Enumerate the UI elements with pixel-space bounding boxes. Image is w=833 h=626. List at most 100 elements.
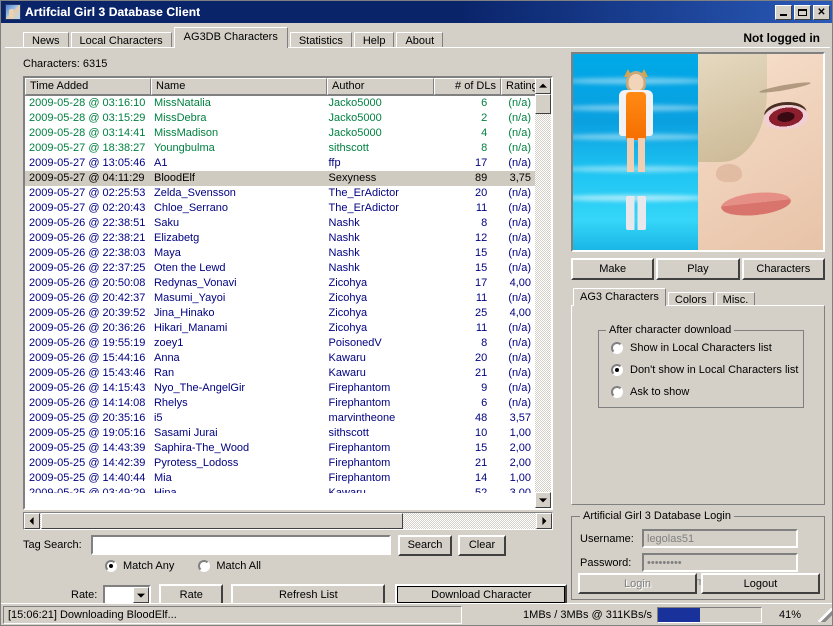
table-row[interactable]: 2009-05-27 @ 18:38:27 Youngbulma sithscott… (25, 141, 537, 156)
cell-name: Nyo_The-AngelGir (153, 382, 246, 394)
table-row[interactable]: 2009-05-26 @ 20:42:37 Masumi_Yayoi Zicohya… (25, 291, 537, 306)
play-button[interactable]: Play (656, 258, 740, 280)
table-row[interactable]: 2009-05-27 @ 04:11:29 BloodElf Sexyness 89 3… (25, 171, 537, 186)
download-progress-fill (658, 607, 701, 622)
vertical-scroll-thumb[interactable] (535, 94, 551, 114)
table-row[interactable]: 2009-05-26 @ 20:36:26 Hikari_Manami Zicohy… (25, 321, 537, 336)
cell-downloads: 15 (475, 442, 488, 454)
cell-time-added: 2009-05-26 @ 22:38:51 (29, 217, 146, 229)
table-row[interactable]: 2009-05-28 @ 03:16:10 MissNatalia Jacko500… (25, 96, 537, 111)
after-download-group: After character download Show in Local C… (598, 324, 804, 408)
column-header-downloads[interactable]: # of DLs (434, 78, 501, 95)
preview-face-closeup (698, 54, 823, 250)
cell-author: Zicohya (328, 322, 368, 334)
table-row[interactable]: 2009-05-28 @ 03:15:29 MissDebra Jacko5000 2… (25, 111, 537, 126)
column-header-name[interactable]: Name (151, 78, 327, 95)
close-button[interactable]: ✕ (813, 4, 830, 20)
rate-button[interactable]: Rate (159, 584, 224, 605)
table-row[interactable]: 2009-05-27 @ 13:05:46 A1 ffp 17 (n/a) (25, 156, 537, 171)
match-mode-group: Match Any Match All (105, 560, 279, 572)
cell-author: Sexyness (328, 172, 377, 184)
table-row[interactable]: 2009-05-26 @ 22:38:21 Elizabetg Nashk 12 (n/… (25, 231, 537, 246)
match-all-label[interactable]: Match All (216, 560, 261, 572)
table-row[interactable]: 2009-05-25 @ 19:05:16 Sasami Jurai sithsco… (25, 426, 537, 441)
refresh-list-button[interactable]: Refresh List (231, 584, 386, 605)
logout-button[interactable]: Logout (701, 573, 820, 594)
search-button[interactable]: Search (398, 534, 452, 556)
list-vertical-scrollbar[interactable] (535, 78, 551, 508)
table-row[interactable]: 2009-05-26 @ 14:15:43 Nyo_The-AngelGir Fir… (25, 381, 537, 396)
column-header-author[interactable]: Author (327, 78, 434, 95)
scroll-left-button[interactable] (24, 513, 40, 529)
username-field[interactable] (642, 529, 798, 548)
table-row[interactable]: 2009-05-26 @ 22:37:25 Oten the Lewd Nashk 1… (25, 261, 537, 276)
list-horizontal-scrollbar[interactable] (23, 512, 553, 530)
character-list[interactable]: Time Added Name Author # of DLs Rating 2… (23, 76, 553, 510)
scroll-right-button[interactable] (536, 513, 552, 529)
cell-rating: (n/a) (508, 352, 531, 364)
table-row[interactable]: 2009-05-26 @ 20:50:08 Redynas_Vonavi Zicoh… (25, 276, 537, 291)
option-ask-to-show[interactable]: Ask to show (611, 386, 689, 398)
cell-rating: (n/a) (508, 202, 531, 214)
table-row[interactable]: 2009-05-26 @ 15:44:16 Anna Kawaru 20 (n/a) (25, 351, 537, 366)
maximize-button[interactable] (794, 4, 811, 20)
cell-name: Pyrotess_Lodoss (153, 457, 239, 469)
table-row[interactable]: 2009-05-25 @ 20:35:16 i5 marvintheone 48 3,5… (25, 411, 537, 426)
horizontal-scroll-thumb[interactable] (41, 513, 403, 529)
character-preview-image (571, 52, 825, 252)
table-row[interactable]: 2009-05-26 @ 22:38:51 Saku Nashk 8 (n/a) (25, 216, 537, 231)
cell-rating: (n/a) (508, 292, 531, 304)
rate-dropdown[interactable] (103, 584, 152, 605)
cell-author: Jacko5000 (328, 97, 382, 109)
cell-downloads: 9 (481, 382, 488, 394)
password-row: Password: (580, 553, 798, 572)
radio-ask-to-show[interactable] (611, 386, 623, 398)
scroll-up-button[interactable] (535, 78, 551, 94)
table-row[interactable]: 2009-05-26 @ 14:14:08 Rhelys Firephantom 6 (… (25, 396, 537, 411)
cell-downloads: 8 (481, 142, 488, 154)
username-row: Username: (580, 529, 798, 548)
radio-dont-show-in-local[interactable] (611, 364, 623, 376)
column-header-time-added[interactable]: Time Added (25, 78, 151, 95)
option-dont-show-in-local[interactable]: Don't show in Local Characters list (611, 364, 798, 376)
table-row[interactable]: 2009-05-26 @ 15:43:46 Ran Kawaru 21 (n/a) (25, 366, 537, 381)
cell-name: A1 (153, 157, 168, 169)
radio-show-in-local[interactable] (611, 342, 623, 354)
cell-time-added: 2009-05-25 @ 14:42:39 (29, 457, 146, 469)
make-button[interactable]: Make (571, 258, 655, 280)
cell-rating: (n/a) (508, 262, 531, 274)
table-row[interactable]: 2009-05-26 @ 22:38:03 Maya Nashk 15 (n/a) (25, 246, 537, 261)
table-row[interactable]: 2009-05-25 @ 03:49:29 Hina Kawaru 52 3,00 (25, 486, 537, 493)
clear-button[interactable]: Clear (458, 534, 506, 556)
download-character-button[interactable]: Download Character (395, 584, 568, 605)
login-button[interactable]: Login (578, 573, 697, 594)
table-row[interactable]: 2009-05-25 @ 14:40:44 Mia Firephantom 14 1,0… (25, 471, 537, 486)
tab-ag3db-characters[interactable]: AG3DB Characters (173, 27, 288, 48)
option-show-in-local[interactable]: Show in Local Characters list (611, 342, 772, 354)
download-progress-bar (657, 606, 762, 623)
password-field[interactable] (642, 553, 798, 572)
minimize-button[interactable] (775, 4, 792, 20)
cell-downloads: 20 (475, 352, 488, 364)
cell-author: Zicohya (328, 292, 368, 304)
radio-match-all[interactable] (198, 560, 211, 572)
chevron-down-icon[interactable] (133, 586, 150, 603)
characters-button[interactable]: Characters (741, 258, 825, 280)
table-row[interactable]: 2009-05-28 @ 03:14:41 MissMadison Jacko500… (25, 126, 537, 141)
resize-grip-icon[interactable] (818, 607, 832, 622)
table-row[interactable]: 2009-05-26 @ 20:39:52 Jina_Hinako Zicohya 2… (25, 306, 537, 321)
table-row[interactable]: 2009-05-26 @ 19:55:19 zoey1 PoisonedV 8 (n/a… (25, 336, 537, 351)
table-row[interactable]: 2009-05-25 @ 14:42:39 Pyrotess_Lodoss Fire… (25, 456, 537, 471)
radio-match-any[interactable] (105, 560, 117, 572)
table-row[interactable]: 2009-05-27 @ 02:25:53 Zelda_Svensson The_E… (25, 186, 537, 201)
table-row[interactable]: 2009-05-27 @ 02:20:43 Chloe_Serrano The_Er… (25, 201, 537, 216)
table-row[interactable]: 2009-05-25 @ 14:43:39 Saphira-The_Wood Fir… (25, 441, 537, 456)
minimize-icon (780, 13, 787, 16)
scroll-down-button[interactable] (535, 492, 551, 508)
cell-author: Nashk (328, 232, 360, 244)
cell-author: ffp (328, 157, 341, 169)
tab-ag3-characters[interactable]: AG3 Characters (573, 288, 666, 306)
tag-search-input[interactable] (91, 535, 391, 555)
settings-panel: After character download Show in Local C… (571, 305, 825, 505)
match-any-label[interactable]: Match Any (123, 560, 174, 572)
